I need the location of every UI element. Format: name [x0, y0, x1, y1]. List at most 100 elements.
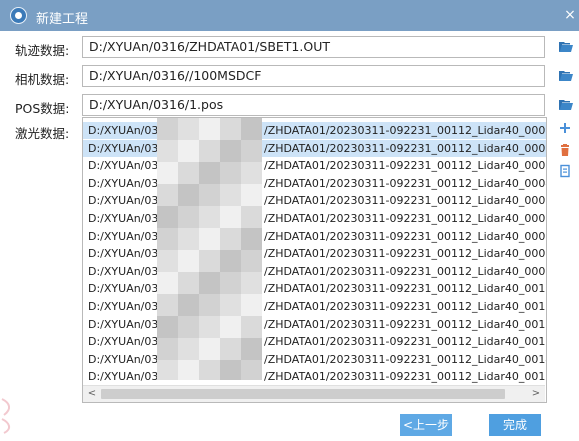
trajectory-label: 轨迹数据:	[15, 43, 70, 58]
list-item[interactable]: D:/XYUAn/03/ZHDATA01/20230311-092231_001…	[83, 122, 546, 139]
watermark-fragment	[1, 398, 10, 434]
pos-label: POS数据:	[15, 101, 70, 116]
redaction-tile	[178, 118, 199, 140]
redaction-tile	[220, 118, 241, 140]
redaction-tile	[241, 272, 262, 294]
scroll-thumb[interactable]	[101, 389, 505, 399]
file-path-prefix: D:/XYUAn/03	[88, 370, 159, 384]
redaction-tile	[241, 316, 262, 338]
redaction-tile	[157, 316, 178, 338]
folder-open-icon[interactable]	[559, 70, 573, 82]
redaction-tile	[241, 294, 262, 316]
list-item[interactable]: D:/XYUAn/03/ZHDATA01/20230311-092231_001…	[83, 351, 546, 368]
redaction-tile	[178, 316, 199, 338]
redaction-tile	[220, 316, 241, 338]
redaction-tile	[241, 184, 262, 206]
redaction-tile	[199, 228, 220, 250]
file-path-prefix: D:/XYUAn/03	[88, 247, 159, 261]
folder-open-icon[interactable]	[559, 99, 573, 111]
list-item[interactable]: D:/XYUAn/03/ZHDATA01/20230311-092231_001…	[83, 316, 546, 333]
clear-list-icon[interactable]	[558, 164, 572, 178]
redaction-tile	[178, 162, 199, 184]
camera-label: 相机数据:	[15, 72, 70, 87]
file-path-suffix: /ZHDATA01/20230311-092231_00112_Lidar40_…	[264, 176, 546, 190]
file-path-prefix: D:/XYUAn/03	[88, 212, 159, 225]
back-button[interactable]: <上一步	[400, 414, 452, 436]
redaction-tile	[178, 250, 199, 272]
list-item[interactable]: D:/XYUAn/03/ZHDATA01/20230311-092231_001…	[83, 192, 546, 209]
close-icon[interactable]: ×	[563, 6, 577, 24]
file-path-suffix: /ZHDATA01/20230311-092231_00112_Lidar40_…	[264, 370, 546, 384]
list-item[interactable]: D:/XYUAn/03/ZHDATA01/20230311-092231_001…	[83, 298, 546, 315]
redaction-tile	[157, 338, 178, 360]
list-item[interactable]: D:/XYUAn/03/ZHDATA01/20230311-092231_001…	[83, 157, 546, 174]
redaction-tile	[220, 184, 241, 206]
file-path-suffix: /ZHDATA01/20230311-092231_00112_Lidar40_…	[264, 159, 546, 173]
trajectory-path-field[interactable]: D:/XYUAn/0316/ZHDATA01/SBET1.OUT	[82, 36, 545, 58]
redaction-tile	[199, 316, 220, 338]
redaction-tile	[220, 206, 241, 228]
pos-path-field[interactable]: D:/XYUAn/0316/1.pos	[82, 94, 545, 116]
list-item[interactable]: D:/XYUAn/03/ZHDATA01/20230311-092231_001…	[83, 210, 546, 227]
delete-icon[interactable]	[558, 143, 572, 157]
redaction-tile	[220, 228, 241, 250]
add-icon[interactable]	[558, 121, 572, 135]
file-path-suffix: /ZHDATA01/20230311-092231_00112_Lidar40_…	[264, 229, 546, 243]
title-bar: 新建工程 ×	[0, 0, 579, 31]
redaction-tile	[199, 162, 220, 184]
redaction-tile	[178, 140, 199, 162]
finish-button[interactable]: 完成	[489, 414, 541, 436]
file-path-suffix: /ZHDATA01/20230311-092231_00112_Lidar40_…	[264, 282, 546, 296]
file-path-suffix: /ZHDATA01/20230311-092231_00112_Lidar40_…	[264, 317, 546, 331]
redaction-tile	[199, 184, 220, 206]
list-item[interactable]: D:/XYUAn/03/ZHDATA01/20230311-092231_001…	[83, 228, 546, 245]
camera-path-field[interactable]: D:/XYUAn/0316//100MSDCF	[82, 65, 545, 87]
redacted-region	[157, 118, 262, 380]
file-path-prefix: D:/XYUAn/03	[88, 124, 159, 137]
list-item[interactable]: D:/XYUAn/03/ZHDATA01/20230311-092231_001…	[83, 175, 546, 192]
list-item[interactable]: D:/XYUAn/03/ZHDATA01/20230311-092231_001…	[83, 280, 546, 297]
redaction-tile	[157, 360, 178, 380]
file-path-suffix: /ZHDATA01/20230311-092231_00112_Lidar40_…	[264, 335, 546, 349]
file-path-suffix: /ZHDATA01/20230311-092231_00112_Lidar40_…	[264, 264, 546, 278]
redaction-tile	[199, 338, 220, 360]
file-path-suffix: /ZHDATA01/20230311-092231_00112_Lidar40_…	[264, 212, 546, 225]
redaction-tile	[241, 162, 262, 184]
redaction-tile	[199, 140, 220, 162]
redaction-tile	[199, 206, 220, 228]
redaction-tile	[241, 250, 262, 272]
redaction-tile	[220, 338, 241, 360]
redaction-tile	[157, 140, 178, 162]
redaction-tile	[178, 272, 199, 294]
redaction-tile	[199, 118, 220, 140]
horizontal-scrollbar[interactable]: < >	[83, 385, 545, 402]
redaction-tile	[157, 206, 178, 228]
list-item[interactable]: D:/XYUAn/03/ZHDATA01/20230311-092231_001…	[83, 263, 546, 280]
file-path-prefix: D:/XYUAn/03	[88, 317, 159, 331]
file-path-suffix: /ZHDATA01/20230311-092231_00112_Lidar40_…	[264, 124, 546, 137]
list-item[interactable]: D:/XYUAn/03/ZHDATA01/20230311-092231_001…	[83, 368, 546, 385]
scroll-right-icon[interactable]: >	[528, 386, 544, 402]
file-path-prefix: D:/XYUAn/03	[88, 300, 159, 313]
redaction-tile	[220, 140, 241, 162]
file-path-prefix: D:/XYUAn/03	[88, 264, 159, 278]
redaction-tile	[241, 140, 262, 162]
redaction-tile	[157, 162, 178, 184]
list-item[interactable]: D:/XYUAn/03/ZHDATA01/20230311-092231_001…	[83, 139, 546, 157]
redaction-tile	[241, 206, 262, 228]
list-item[interactable]: D:/XYUAn/03/ZHDATA01/20230311-092231_001…	[83, 245, 546, 262]
file-path-prefix: D:/XYUAn/03	[88, 141, 159, 155]
redaction-tile	[241, 118, 262, 140]
list-item[interactable]: D:/XYUAn/03/ZHDATA01/20230311-092231_001…	[83, 333, 546, 350]
redaction-tile	[157, 228, 178, 250]
scroll-left-icon[interactable]: <	[84, 386, 100, 402]
redaction-tile	[241, 228, 262, 250]
redaction-tile	[199, 360, 220, 380]
file-path-suffix: /ZHDATA01/20230311-092231_00112_Lidar40_…	[264, 141, 546, 155]
redaction-tile	[241, 338, 262, 360]
window-title: 新建工程	[36, 12, 89, 27]
redaction-tile	[220, 272, 241, 294]
redaction-tile	[178, 294, 199, 316]
folder-open-icon[interactable]	[559, 41, 573, 53]
laser-file-list[interactable]: D:/XYUAn/03/ZHDATA01/20230311-092231_001…	[82, 117, 547, 403]
